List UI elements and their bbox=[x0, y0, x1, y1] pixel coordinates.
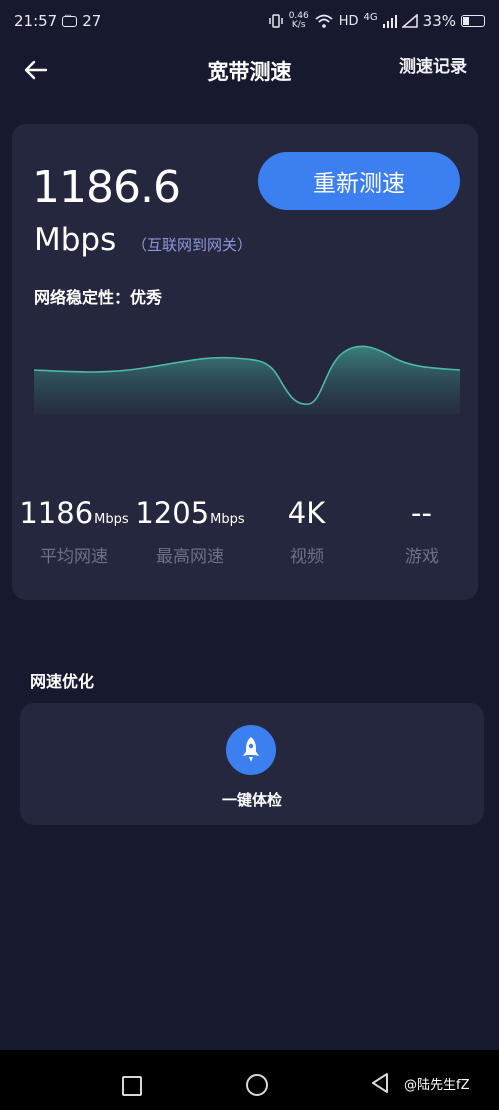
metric-unit: Mbps bbox=[210, 512, 245, 527]
message-icon bbox=[62, 11, 78, 27]
rocket-button[interactable] bbox=[226, 725, 276, 775]
battery-icon bbox=[461, 15, 485, 27]
signal-type: HD bbox=[338, 13, 359, 29]
triangle-back-icon[interactable] bbox=[370, 1072, 390, 1094]
status-right: 0.46 K/s HD 4G 33% bbox=[268, 12, 485, 30]
notification-count: 27 bbox=[82, 12, 102, 30]
square-recent-icon[interactable] bbox=[122, 1076, 142, 1096]
metric-video: 4K 视频 bbox=[247, 496, 367, 567]
metric-peak: 1205Mbps 最高网速 bbox=[130, 496, 250, 567]
rocket-icon bbox=[243, 737, 259, 762]
stability-area bbox=[34, 346, 460, 414]
stability-label: 网络稳定性： bbox=[34, 288, 131, 307]
system-nav-bar: @陆先生fZ bbox=[0, 1050, 499, 1110]
speed-unit: Mbps bbox=[34, 222, 117, 258]
signal-triangle-icon bbox=[401, 14, 418, 28]
speed-value: 1186.6 bbox=[32, 162, 181, 213]
stability-chart bbox=[34, 345, 460, 414]
stability-value: 优秀 bbox=[130, 288, 163, 307]
metric-label: 平均网速 bbox=[40, 547, 108, 567]
metric-label: 游戏 bbox=[405, 547, 439, 567]
speed-history-link[interactable]: 测速记录 bbox=[399, 52, 467, 77]
metric-value: 1205 bbox=[135, 496, 210, 530]
signal-bars-icon bbox=[382, 15, 397, 28]
battery-percent: 33% bbox=[422, 12, 456, 30]
speed-note: （互联网到网关） bbox=[132, 236, 253, 254]
metric-label: 最高网速 bbox=[156, 547, 224, 567]
section-title-optimize: 网速优化 bbox=[30, 672, 95, 691]
metric-unit: Mbps bbox=[94, 512, 129, 527]
metric-game: -- 游戏 bbox=[362, 496, 482, 567]
nav-bar: 宽带测速 测速记录 bbox=[0, 42, 499, 98]
speed-result-card: 1186.6 Mbps （互联网到网关） 重新测速 网络稳定性：优秀 1186M… bbox=[12, 124, 478, 600]
status-time: 21:57 bbox=[14, 12, 58, 30]
metric-value: 4K bbox=[287, 496, 326, 530]
status-bar: 21:57 27 0.46 K/s HD 4G 33% bbox=[0, 0, 499, 42]
stability-row: 网络稳定性：优秀 bbox=[34, 284, 162, 308]
metric-average: 1186Mbps 平均网速 bbox=[14, 496, 134, 567]
vibrate-icon bbox=[268, 14, 283, 28]
one-click-check-card[interactable]: 一键体检 bbox=[20, 703, 484, 825]
wifi-icon bbox=[315, 14, 333, 28]
circle-home-icon[interactable] bbox=[246, 1074, 268, 1096]
network-type: 4G bbox=[363, 12, 378, 23]
net-speed-unit: K/s bbox=[291, 20, 306, 30]
status-left: 21:57 27 bbox=[14, 11, 102, 31]
metric-label: 视频 bbox=[290, 547, 324, 567]
metric-value: -- bbox=[411, 496, 432, 530]
watermark: @陆先生fZ bbox=[404, 1078, 470, 1093]
metric-value: 1186 bbox=[19, 496, 94, 530]
one-click-check-label: 一键体检 bbox=[221, 791, 282, 809]
retest-button[interactable]: 重新测速 bbox=[258, 152, 460, 210]
net-speed: 0.46 K/s bbox=[289, 12, 309, 30]
